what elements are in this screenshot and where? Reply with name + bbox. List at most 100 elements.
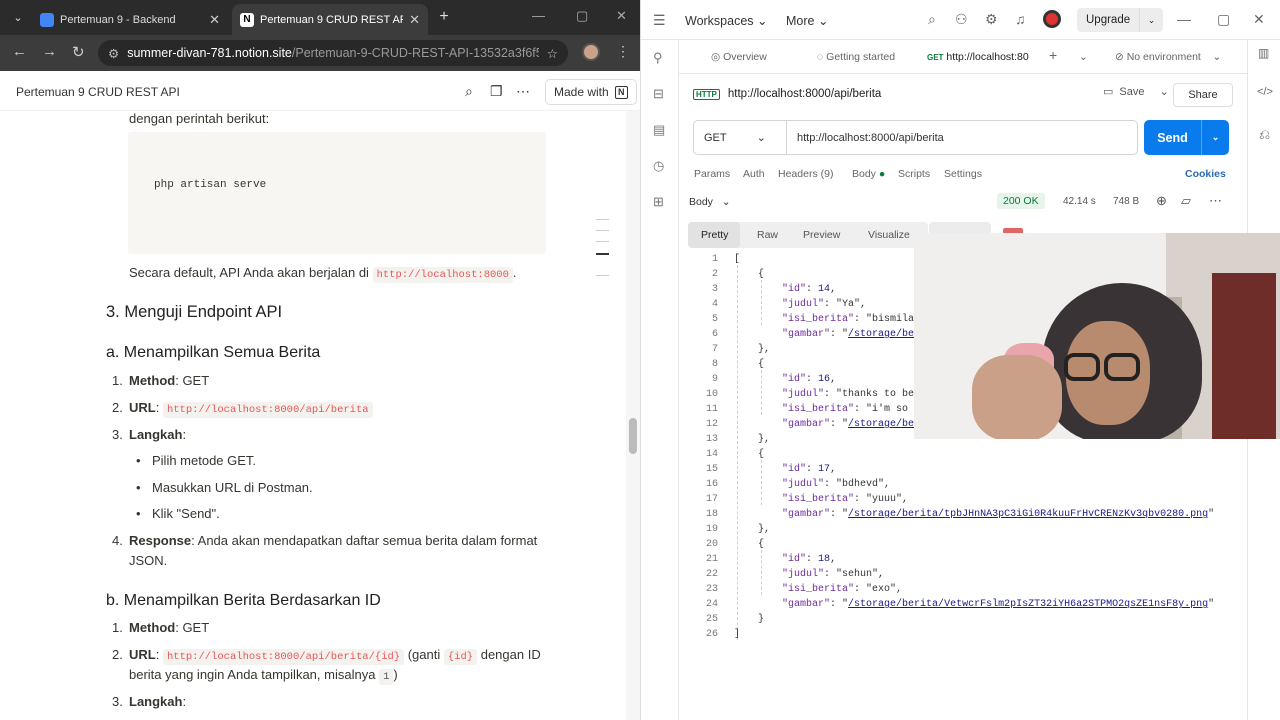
more-icon[interactable]: ⋯ (1209, 193, 1222, 209)
invite-icon[interactable]: ⚇ (955, 11, 968, 28)
more-icon[interactable]: ⋯ (516, 83, 530, 100)
save-response-icon[interactable]: ▱ (1181, 193, 1191, 209)
tab-params[interactable]: Params (694, 168, 730, 180)
maximize-icon[interactable]: ▢ (1217, 11, 1230, 28)
url-input[interactable]: http://localhost:8000/api/berita (787, 132, 944, 144)
code-line: "id": 17, (782, 464, 837, 475)
view-visualize[interactable]: Visualize (868, 229, 910, 241)
toc-marker[interactable] (596, 275, 609, 276)
line-number: 13 (705, 434, 718, 445)
forward-icon[interactable]: → (42, 43, 57, 60)
list-item-cont: JSON. (129, 553, 168, 568)
docs-icon[interactable]: ▥ (1258, 46, 1269, 60)
toc-marker-active[interactable] (596, 253, 609, 255)
scrollbar[interactable] (626, 111, 640, 720)
chrome-menu-icon[interactable]: ⋮ (616, 43, 630, 60)
list-number: 3. (112, 694, 123, 709)
settings-gear-icon[interactable]: ⚙ (985, 11, 998, 28)
close-window-icon[interactable]: ✕ (616, 8, 627, 24)
tab-settings[interactable]: Settings (944, 168, 982, 180)
bullet: • (136, 506, 141, 521)
info-icon[interactable]: ⎌ (1259, 126, 1270, 143)
environment-icon[interactable]: ▤ (653, 122, 665, 138)
back-icon[interactable]: ← (12, 43, 27, 60)
line-number: 14 (705, 449, 718, 460)
tab-getting-started[interactable]: ◌ Getting started (817, 51, 895, 63)
workspaces-menu[interactable]: Workspaces ⌄ (685, 13, 768, 28)
webcam-glasses (1064, 353, 1100, 381)
new-tab-plus-icon[interactable]: + (1049, 47, 1057, 63)
url-input[interactable]: ⚙ summer-divan-781.notion.site/Pertemuan… (98, 40, 568, 66)
tab-auth[interactable]: Auth (743, 168, 765, 180)
share-button[interactable]: Share (1173, 83, 1233, 107)
line-number: 17 (705, 494, 718, 505)
apps-icon[interactable]: ⊞ (653, 194, 664, 210)
upgrade-button[interactable]: Upgrade ⌄ (1077, 8, 1163, 32)
toc-marker[interactable] (596, 219, 609, 220)
more-menu[interactable]: More ⌄ (786, 13, 828, 28)
code-line: { (734, 539, 765, 550)
status-badge: 200 OK (997, 193, 1045, 209)
hamburger-icon[interactable]: ☰ (653, 12, 666, 29)
site-info-icon[interactable]: ⚙ (108, 46, 119, 61)
send-button[interactable]: Send ⌄ (1144, 120, 1229, 155)
bookmark-star-icon[interactable]: ☆ (547, 46, 558, 61)
maximize-icon[interactable]: ▢ (576, 8, 588, 24)
view-pretty[interactable]: Pretty (701, 229, 728, 241)
tab-scripts[interactable]: Scripts (898, 168, 930, 180)
profile-avatar[interactable] (582, 43, 600, 61)
view-preview[interactable]: Preview (803, 229, 840, 241)
trash-icon[interactable]: ⊟ (653, 86, 664, 102)
tab-backend[interactable]: Pertemuan 9 - Backend ✕ (32, 4, 228, 35)
bell-icon[interactable]: ♫ (1015, 11, 1026, 27)
close-tab-icon[interactable]: ✕ (409, 12, 420, 28)
search-icon[interactable]: ⌕ (928, 11, 936, 28)
minimize-icon[interactable]: — (532, 8, 545, 23)
list-item: Method: GET (129, 373, 210, 388)
account-avatar[interactable] (1043, 10, 1061, 28)
environment-select[interactable]: ⊘ No environment ⌄ (1115, 51, 1221, 63)
code-icon[interactable]: </> (1257, 86, 1273, 98)
request-title[interactable]: HTTP http://localhost:8000/api/berita (693, 88, 881, 100)
cookies-link[interactable]: Cookies (1185, 168, 1226, 180)
close-icon[interactable]: ✕ (1253, 11, 1265, 28)
tab-search-icon[interactable]: ⌄ (6, 6, 30, 28)
response-body-select[interactable]: Body ⌄ (689, 196, 731, 208)
chevron-down-icon[interactable]: ⌄ (1139, 8, 1163, 32)
view-raw[interactable]: Raw (757, 229, 778, 241)
toc-marker[interactable] (596, 241, 609, 242)
scrollbar-thumb[interactable] (629, 418, 637, 454)
bullet: • (136, 480, 141, 495)
new-tab-button[interactable]: + (432, 6, 456, 28)
tab-overview[interactable]: ◎ Overview (711, 51, 767, 63)
send-options-icon[interactable]: ⌄ (1201, 120, 1229, 155)
save-button[interactable]: ▭ Save ⌄ (1103, 85, 1169, 99)
search-icon[interactable]: ⌕ (465, 83, 473, 100)
line-number: 15 (705, 464, 718, 475)
list-number: 4. (112, 533, 123, 548)
close-tab-icon[interactable]: ✕ (209, 12, 220, 28)
line-number: 9 (711, 374, 718, 385)
tabs-dropdown-icon[interactable]: ⌄ (1079, 51, 1088, 63)
globe-icon[interactable]: ⊕ (1156, 193, 1167, 209)
webcam-cabinet (1212, 273, 1276, 439)
reload-icon[interactable]: ↻ (72, 43, 85, 61)
history-icon[interactable]: ◷ (653, 158, 664, 174)
code-line: "id": 14, (782, 284, 837, 295)
toc-marker[interactable] (596, 230, 609, 231)
tab-title: Pertemuan 9 - Backend (60, 13, 176, 26)
request-tabs: ◎ Overview ◌ Getting started GET http://… (679, 40, 1247, 74)
duplicate-icon[interactable]: ❐ (490, 83, 503, 100)
minimize-icon[interactable]: — (1177, 11, 1191, 27)
tab-request[interactable]: GET http://localhost:80 (927, 51, 1029, 63)
method-select[interactable]: GET ⌄ (694, 121, 787, 154)
code-line: "id": 16, (782, 374, 837, 385)
subsection-heading: b. Menampilkan Berita Berdasarkan ID (106, 592, 381, 609)
code-line: [ (734, 254, 741, 265)
made-with-notion-button[interactable]: Made with N (545, 79, 637, 105)
tab-crud[interactable]: N Pertemuan 9 CRUD REST API ✕ (232, 4, 428, 35)
tab-headers[interactable]: Headers (9) (778, 168, 833, 180)
tab-body[interactable]: Body ● (852, 168, 885, 180)
line-number: 10 (705, 389, 718, 400)
user-icon[interactable]: ⚲ (653, 50, 663, 66)
